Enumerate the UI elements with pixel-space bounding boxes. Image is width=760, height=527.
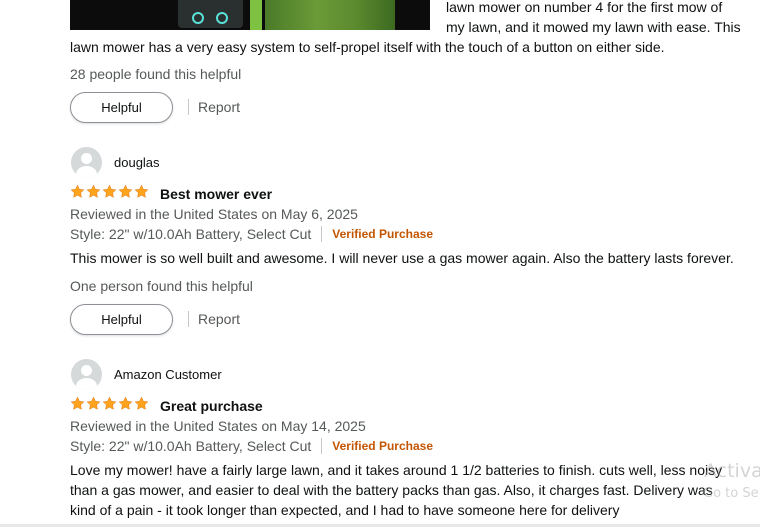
user-icon <box>81 153 92 164</box>
review-body-line: my lawn, and it mowed my lawn with ease.… <box>446 19 741 35</box>
report-link[interactable]: Report <box>198 311 240 327</box>
star-icon <box>102 184 117 198</box>
star-icon <box>70 184 85 198</box>
review-image-thumbnail[interactable] <box>70 0 430 30</box>
helpful-button[interactable]: Helpful <box>70 304 173 335</box>
review-body-line: Love my mower! have a fairly large lawn,… <box>70 462 723 478</box>
review-style-row: Style: 22" w/10.0Ah Battery, Select Cut … <box>70 438 433 454</box>
power-icon <box>216 12 228 24</box>
helpful-count: 28 people found this helpful <box>70 66 242 82</box>
verified-purchase-badge: Verified Purchase <box>332 439 433 453</box>
star-icon <box>70 396 85 410</box>
star-icon <box>134 184 149 198</box>
review-title[interactable]: Best mower ever <box>160 186 272 202</box>
star-icon <box>134 396 149 410</box>
review-body-line: kind of a pain - it took longer than exp… <box>70 502 620 518</box>
divider <box>321 438 323 454</box>
star-icon <box>102 396 117 410</box>
review-date: Reviewed in the United States on May 6, … <box>70 206 358 222</box>
avatar <box>71 359 102 390</box>
grass-area <box>265 0 395 30</box>
review-body-line: lawn mower has a very easy system to sel… <box>70 39 665 55</box>
review-body-line: lawn mower on number 4 for the first mow… <box>446 0 723 15</box>
reviewer-name[interactable]: Amazon Customer <box>114 367 222 382</box>
report-link[interactable]: Report <box>198 99 240 115</box>
reviewer-name[interactable]: douglas <box>114 155 160 170</box>
avatar <box>71 147 102 178</box>
helpful-count: One person found this helpful <box>70 278 253 294</box>
mower-accent <box>250 0 262 30</box>
style-variant[interactable]: Style: 22" w/10.0Ah Battery, Select Cut <box>70 226 311 242</box>
divider <box>188 311 189 327</box>
mower-control-panel <box>178 0 243 28</box>
review-body-line: This mower is so well built and awesome.… <box>70 250 734 266</box>
review-body-continued: lawn mower on number 4 for the first mow… <box>446 0 756 37</box>
activation-watermark: Activa <box>704 460 760 482</box>
star-icon <box>86 184 101 198</box>
star-icon <box>118 396 133 410</box>
review-body-line: than a gas mower, and easier to deal wit… <box>70 482 713 498</box>
helpful-button[interactable]: Helpful <box>70 92 173 123</box>
style-variant[interactable]: Style: 22" w/10.0Ah Battery, Select Cut <box>70 438 311 454</box>
review-style-row: Style: 22" w/10.0Ah Battery, Select Cut … <box>70 226 433 242</box>
star-rating[interactable] <box>70 396 149 411</box>
star-icon <box>86 396 101 410</box>
review-date: Reviewed in the United States on May 14,… <box>70 418 366 434</box>
power-icon <box>192 12 204 24</box>
user-icon <box>81 365 92 376</box>
star-rating[interactable] <box>70 184 149 199</box>
activation-watermark-sub: Go to Se <box>703 486 759 501</box>
divider <box>321 226 323 242</box>
review-title[interactable]: Great purchase <box>160 398 263 414</box>
star-icon <box>118 184 133 198</box>
verified-purchase-badge: Verified Purchase <box>332 227 433 241</box>
divider <box>188 99 189 115</box>
